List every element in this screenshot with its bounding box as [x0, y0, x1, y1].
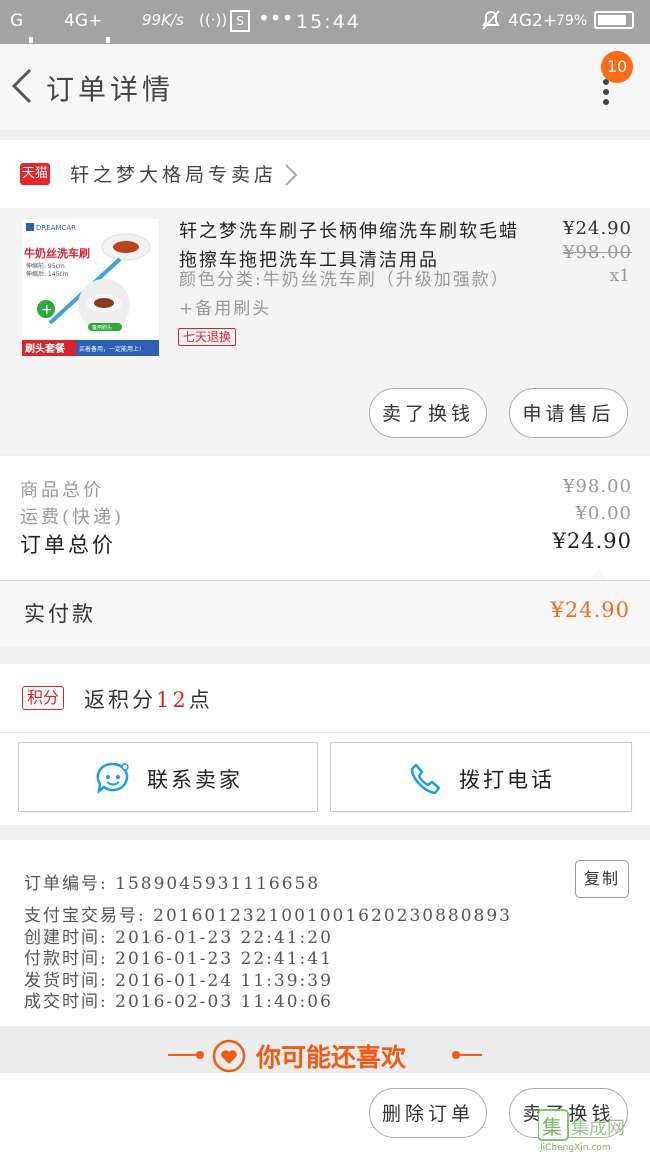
goods-total-value: ¥98.00	[563, 476, 632, 497]
store-name[interactable]: 轩之梦大格局专卖店	[70, 160, 277, 187]
rec-right-line	[458, 1054, 482, 1056]
thumb-spare: 备用刷头	[92, 324, 112, 331]
mute-icon	[481, 9, 501, 36]
heart-icon	[212, 1039, 246, 1077]
network2-label: 4G2+	[508, 11, 558, 31]
rec-left-dot	[196, 1051, 204, 1059]
after-sale-button[interactable]: 申请售后	[509, 388, 628, 438]
watermark-text: 集成网	[571, 1118, 625, 1139]
chat-icon	[95, 761, 131, 799]
thumb-brand: DREAMCAR	[36, 224, 76, 232]
product-price: ¥24.90	[563, 218, 632, 239]
completed-time: 成交时间: 2016-02-03 11:40:06	[24, 992, 333, 1012]
points-tag: 积分	[22, 686, 65, 710]
tmall-icon: 天猫	[20, 163, 50, 185]
carrier-label: G	[10, 11, 24, 31]
status-bar: G 4G+ 99K/s ((·)) S ••• 15:44 4G2+ 79%	[0, 0, 650, 103]
svg-text:+: +	[41, 302, 53, 318]
call-button[interactable]: 拨打电话	[330, 742, 632, 812]
message-badge[interactable]: 10	[601, 51, 633, 83]
thumb-bottom-text: 买着备用，一定能用上!	[79, 345, 141, 353]
order-number: 订单编号: 1589045931116658	[24, 874, 321, 894]
hotspot-icon: ((·))	[199, 11, 228, 29]
product-thumbnail[interactable]: DREAMCAR 牛奶丝洗车刷 伸缩前: 95cm 伸缩后: 145cm + 备…	[22, 219, 159, 356]
contact-seller-label: 联系卖家	[147, 768, 243, 792]
svg-text:集: 集	[542, 1115, 562, 1139]
battery-percent: 79%	[556, 13, 588, 29]
copy-button[interactable]: 复制	[575, 860, 629, 898]
chevron-right-icon[interactable]	[283, 162, 299, 188]
return-policy-tag: 七天退换	[178, 328, 237, 346]
paid-value: ¥24.90	[550, 598, 630, 622]
points-value: 12	[156, 688, 189, 712]
points-text: 返积分12点	[84, 684, 213, 714]
network-label: 4G+	[64, 11, 103, 31]
sell-button[interactable]: 卖了换钱	[369, 388, 487, 438]
recommend-title: 你可能还喜欢	[256, 1043, 407, 1072]
speed-label: 99K/s	[142, 11, 184, 29]
thumb-spec2: 伸缩后: 145cm	[26, 270, 69, 278]
product-quantity: x1	[609, 266, 630, 286]
rec-left-line	[168, 1054, 198, 1056]
points-prefix: 返积分	[84, 688, 156, 712]
pointer-arrow	[590, 568, 608, 580]
product-sku: 颜色分类:牛奶丝洗车刷（升级加强款）+备用刷头	[179, 270, 502, 319]
shipping-value: ¥0.00	[575, 503, 632, 524]
product-original-price: ¥98.00	[563, 242, 632, 263]
call-label: 拨打电话	[459, 768, 555, 792]
thumb-bottom-tag: 刷头套餐	[25, 342, 66, 355]
order-total-label: 订单总价	[20, 533, 116, 557]
battery-icon	[594, 11, 634, 29]
shipping-label: 运费(快递)	[20, 507, 125, 528]
watermark-url: JiChengXin.com	[540, 1143, 611, 1153]
delete-order-button[interactable]: 删除订单	[369, 1088, 487, 1138]
s-app-icon: S	[230, 10, 250, 32]
contact-seller-button[interactable]: 联系卖家	[18, 742, 318, 812]
clock: 15:44	[296, 11, 361, 33]
order-total-value: ¥24.90	[552, 529, 632, 553]
phone-icon	[407, 761, 443, 801]
thumb-spec1: 伸缩前: 95cm	[26, 262, 65, 270]
back-icon[interactable]	[8, 66, 38, 106]
goods-total-label: 商品总价	[20, 480, 104, 501]
points-suffix: 点	[188, 688, 213, 712]
more-status-icon: •••	[258, 6, 294, 30]
page-title: 订单详情	[46, 73, 175, 106]
thumb-headline: 牛奶丝洗车刷	[24, 246, 90, 260]
paid-label: 实付款	[24, 602, 96, 626]
